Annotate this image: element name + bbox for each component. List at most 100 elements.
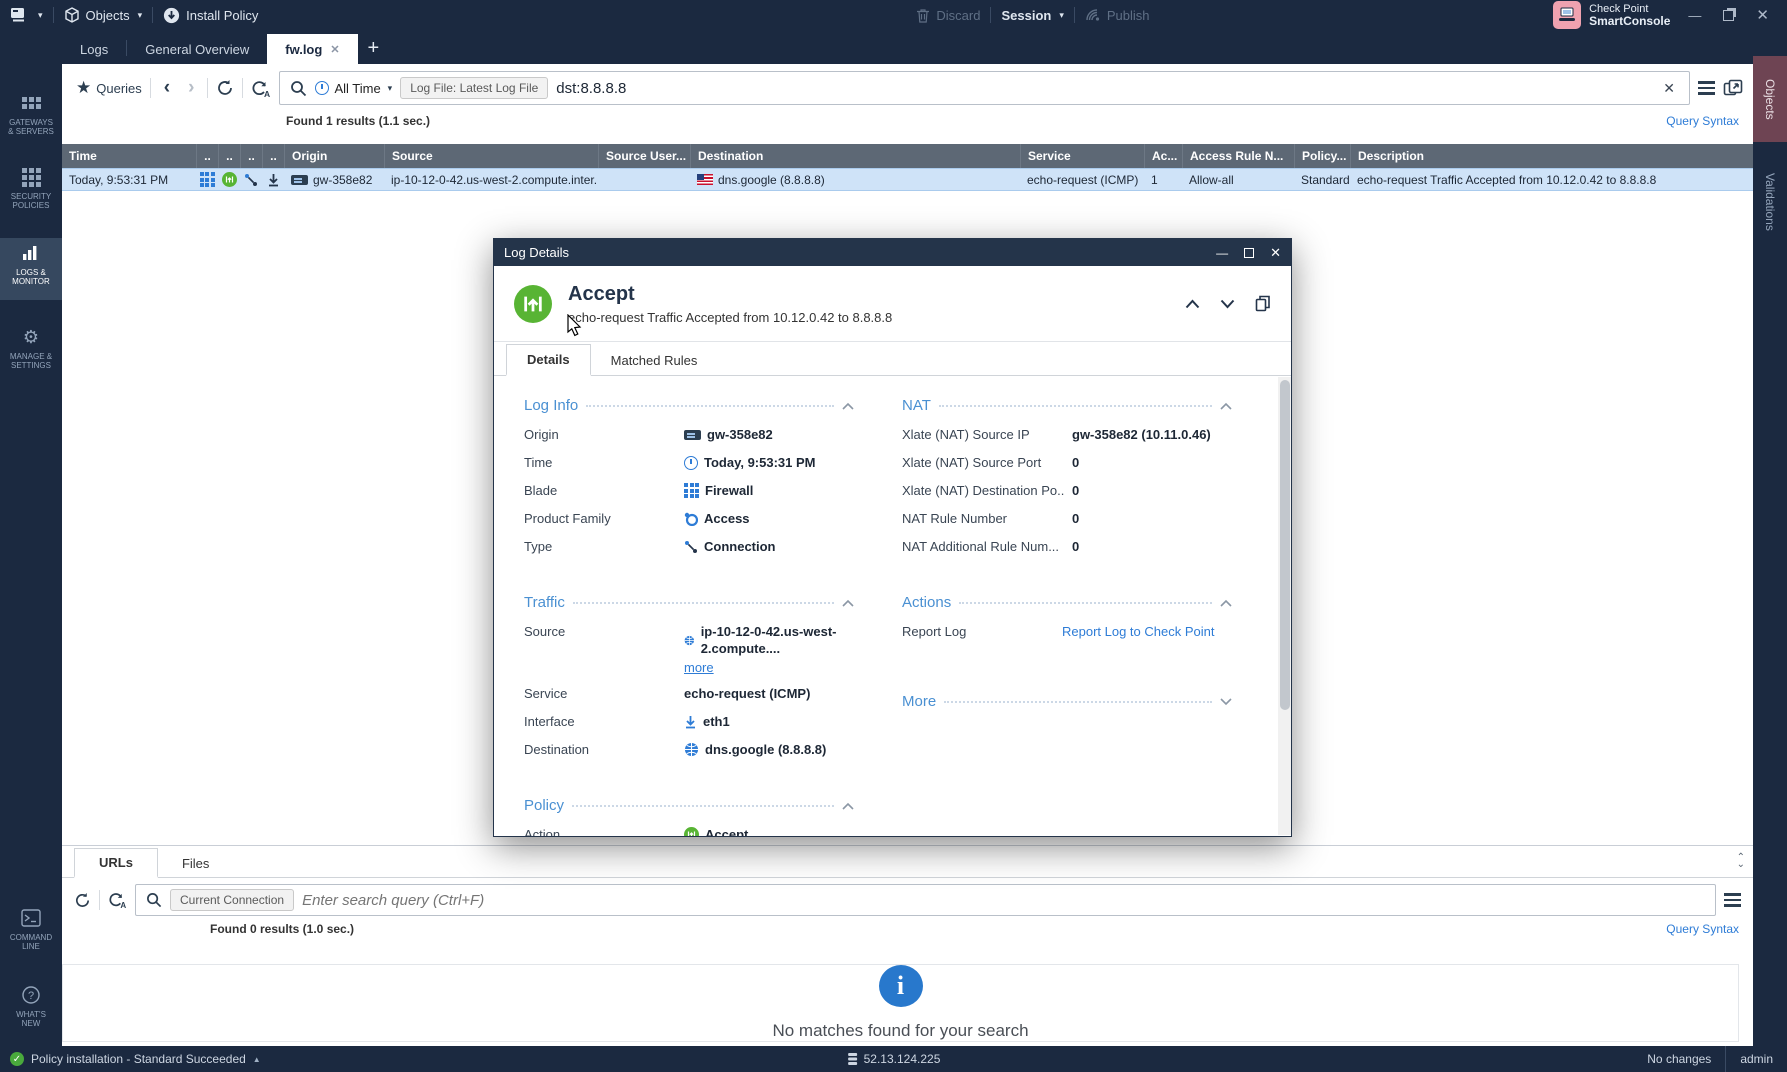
inbound-interface-icon: [684, 715, 697, 729]
app-chrome: ▾ Objects ▾ Install Policy Discard Sessi…: [0, 0, 1787, 1072]
user-indicator[interactable]: admin: [1725, 1046, 1787, 1072]
clear-query-icon[interactable]: ✕: [1659, 80, 1679, 97]
col-origin[interactable]: Origin: [284, 144, 384, 168]
query-syntax-link[interactable]: Query Syntax: [1666, 114, 1739, 136]
main-menu-button[interactable]: ▾: [0, 0, 53, 30]
col-description[interactable]: Description: [1350, 144, 1753, 168]
session-menu-button[interactable]: Session ▾: [991, 0, 1073, 30]
globe-icon: [684, 633, 695, 648]
dialog-action-title: Accept: [568, 283, 1169, 306]
query-back-button[interactable]: ‹: [159, 77, 175, 99]
auto-refresh-icon[interactable]: A: [251, 79, 271, 98]
bottom-pane: URLs Files ⌃⌄ A Current Connection Found…: [62, 845, 1753, 1046]
field-label: Product Family: [524, 510, 684, 527]
col-source-user[interactable]: Source User...: [598, 144, 690, 168]
sidebar-item-security-policies[interactable]: SECURITY POLICIES: [0, 162, 62, 210]
side-panel-tab-objects[interactable]: Objects: [1753, 56, 1787, 142]
sidebar-label: MONITOR: [0, 277, 62, 286]
dialog-header: Accept echo-request Traffic Accepted fro…: [494, 266, 1291, 342]
collapse-icon[interactable]: [1220, 402, 1232, 410]
tab-logs[interactable]: Logs: [62, 35, 126, 64]
url-search-input[interactable]: [302, 892, 1705, 909]
dialog-scrollbar[interactable]: [1278, 377, 1291, 835]
refresh-icon[interactable]: [74, 892, 91, 909]
col-access[interactable]: Ac...: [1144, 144, 1182, 168]
more-link[interactable]: more: [684, 660, 714, 675]
bottom-query-syntax-link[interactable]: Query Syntax: [1666, 922, 1739, 936]
tab-urls[interactable]: URLs: [74, 848, 158, 878]
auto-refresh-icon[interactable]: A: [108, 891, 127, 909]
col-icon3[interactable]: ..: [240, 144, 262, 168]
col-time[interactable]: Time: [62, 144, 196, 168]
window-close-button[interactable]: ✕: [1756, 6, 1769, 24]
log-file-tag[interactable]: Log File: Latest Log File: [400, 77, 548, 99]
side-panel-tab-validations[interactable]: Validations: [1753, 150, 1787, 254]
cube-icon: [64, 7, 80, 23]
tab-details[interactable]: Details: [506, 344, 591, 376]
export-icon[interactable]: [1723, 79, 1743, 97]
col-icon4[interactable]: ..: [262, 144, 284, 168]
sidebar-label: & SERVERS: [0, 127, 62, 136]
col-access-rule-name[interactable]: Access Rule N...: [1182, 144, 1294, 168]
log-query-field[interactable]: All Time ▾ Log File: Latest Log File dst…: [279, 71, 1690, 105]
current-connection-tag[interactable]: Current Connection: [170, 889, 294, 911]
col-icon2[interactable]: ..: [218, 144, 240, 168]
tab-matched-rules[interactable]: Matched Rules: [591, 346, 718, 375]
col-source[interactable]: Source: [384, 144, 598, 168]
publish-icon: [1085, 8, 1101, 22]
changes-indicator[interactable]: No changes: [1633, 1046, 1725, 1072]
tab-fwlog-active[interactable]: fw.log ✕: [267, 34, 357, 64]
collapse-icon[interactable]: [842, 402, 854, 410]
refresh-icon[interactable]: [216, 79, 234, 97]
tab-files[interactable]: Files: [158, 850, 233, 877]
sidebar-item-whats-new[interactable]: ? WHAT'S NEW: [0, 980, 62, 1028]
sidebar-item-logs-monitor[interactable]: LOGS & MONITOR: [0, 238, 62, 300]
dialog-maximize-button[interactable]: [1244, 248, 1254, 258]
install-policy-button[interactable]: Install Policy: [153, 0, 268, 30]
collapse-icon[interactable]: [842, 802, 854, 810]
col-service[interactable]: Service: [1020, 144, 1144, 168]
queries-button[interactable]: ★Queries: [76, 78, 142, 98]
query-options-icon[interactable]: [1698, 78, 1715, 98]
discard-button[interactable]: Discard: [906, 0, 990, 30]
previous-log-icon[interactable]: [1185, 299, 1200, 309]
window-restore-button[interactable]: [1723, 10, 1734, 21]
objects-menu-button[interactable]: Objects ▾: [54, 0, 153, 30]
dialog-close-button[interactable]: ✕: [1270, 245, 1281, 261]
gateway-icon: [684, 430, 701, 440]
dialog-titlebar[interactable]: Log Details — ✕: [494, 239, 1291, 266]
collapse-icon[interactable]: [1220, 599, 1232, 607]
dialog-minimize-button[interactable]: —: [1216, 246, 1228, 260]
status-expand-icon[interactable]: ▲: [253, 1055, 261, 1064]
query-forward-button[interactable]: ›: [183, 77, 199, 99]
url-options-icon[interactable]: [1724, 890, 1741, 910]
time-filter-dropdown[interactable]: All Time ▾: [315, 81, 392, 96]
query-text[interactable]: dst:8.8.8.8: [556, 80, 1651, 97]
expand-icon[interactable]: [1220, 698, 1232, 706]
field-value: Firewall: [705, 482, 753, 499]
url-search-field[interactable]: Current Connection: [135, 884, 1716, 916]
window-minimize-button[interactable]: —: [1688, 8, 1701, 23]
sidebar-item-command-line[interactable]: COMMAND LINE: [0, 903, 62, 951]
col-icon1[interactable]: ..: [196, 144, 218, 168]
tab-general-overview[interactable]: General Overview: [127, 35, 267, 64]
col-policy[interactable]: Policy...: [1294, 144, 1350, 168]
next-log-icon[interactable]: [1220, 299, 1235, 309]
publish-button[interactable]: Publish: [1075, 0, 1160, 30]
log-table: Time .. .. .. .. Origin Source Source Us…: [62, 144, 1753, 191]
scrollbar-thumb[interactable]: [1280, 380, 1290, 710]
policy-installation-status[interactable]: ✓ Policy installation - Standard Succeed…: [0, 1052, 261, 1066]
section-title: Log Info: [524, 397, 578, 414]
sidebar-item-gateways-servers[interactable]: GATEWAYS & SERVERS: [0, 88, 62, 136]
collapse-pane-icon[interactable]: ⌃⌄: [1737, 854, 1745, 868]
report-log-link[interactable]: Report Log to Check Point: [1062, 623, 1214, 640]
tab-close-icon[interactable]: ✕: [330, 43, 339, 56]
col-destination[interactable]: Destination: [690, 144, 1020, 168]
field-value: Today, 9:53:31 PM: [704, 454, 816, 471]
log-row-selected[interactable]: Today, 9:53:31 PM gw-358e82 ip-10-12-0-4…: [62, 168, 1753, 191]
copy-icon[interactable]: [1255, 295, 1271, 312]
collapse-icon[interactable]: [842, 599, 854, 607]
log-details-dialog: Log Details — ✕ Accept echo-request Traf…: [493, 238, 1292, 837]
sidebar-item-manage-settings[interactable]: ⚙ MANAGE & SETTINGS: [0, 322, 62, 370]
new-tab-button[interactable]: +: [358, 37, 390, 64]
